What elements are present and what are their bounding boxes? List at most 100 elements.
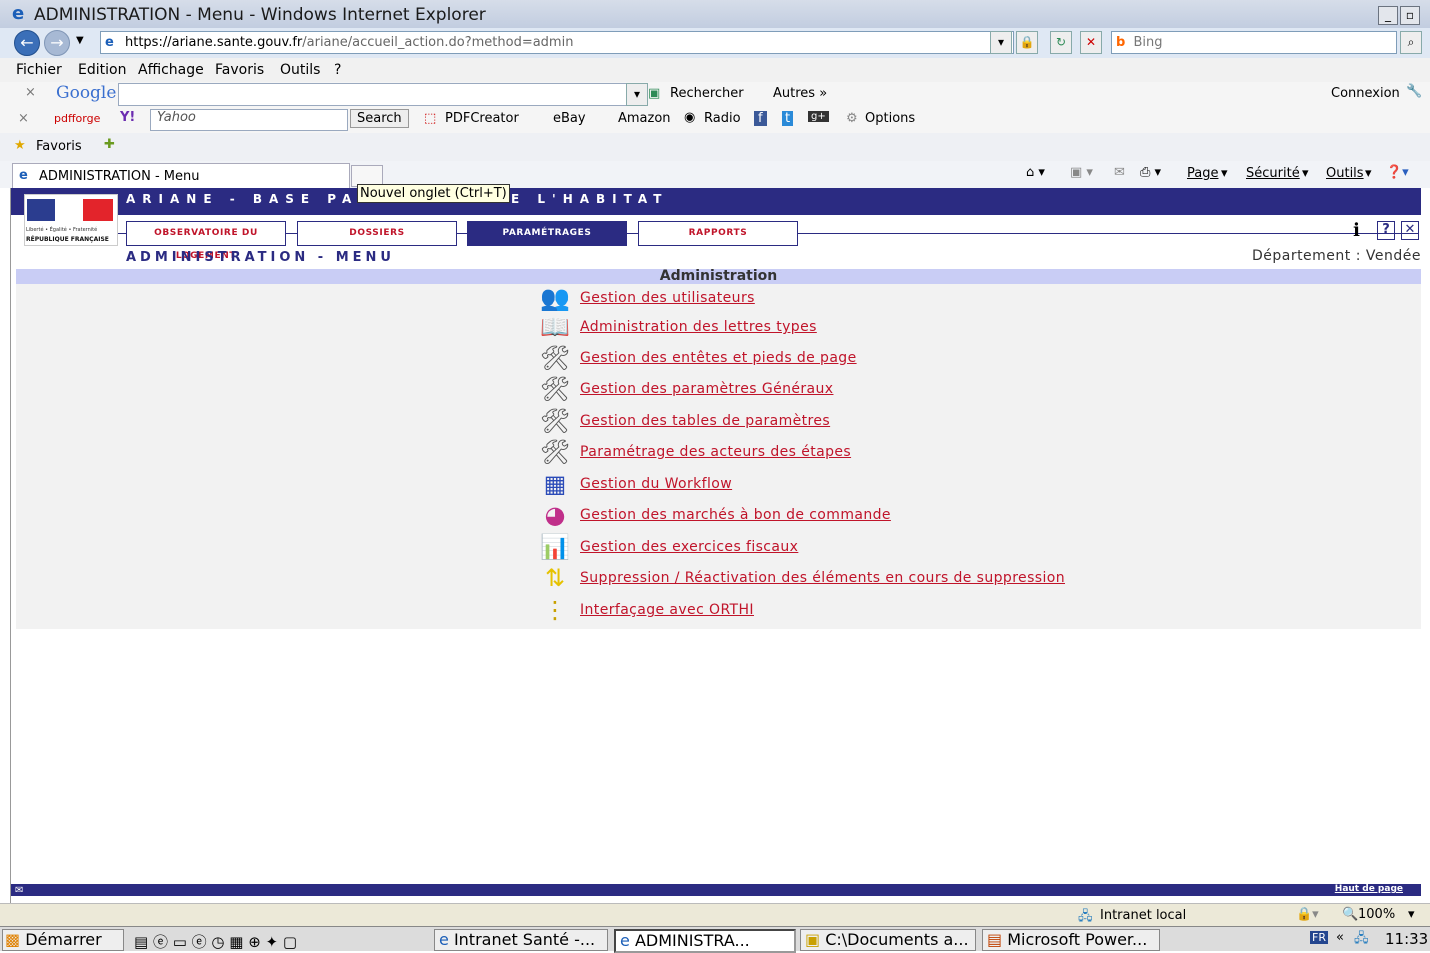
stop-icon[interactable]: ✕: [1080, 31, 1102, 54]
windows-logo-icon: ▩: [5, 930, 21, 949]
back-button[interactable]: ←: [14, 30, 40, 56]
zoom-level[interactable]: 100%: [1358, 907, 1395, 922]
language-indicator[interactable]: FR: [1310, 931, 1328, 944]
protected-mode-icon[interactable]: 🔒▾: [1296, 907, 1319, 922]
task-label: Intranet Santé -...: [453, 930, 596, 949]
options-button[interactable]: Options: [865, 111, 915, 126]
close-icon[interactable]: ✕: [1401, 221, 1419, 240]
mail-icon[interactable]: ✉: [1114, 165, 1125, 180]
link-marches[interactable]: Gestion des marchés à bon de commande: [580, 507, 891, 523]
quicklaunch-icons[interactable]: ▤ ⓔ ▭ ⓔ ◷ ▦ ⊕ ✦ ▢: [134, 931, 297, 952]
menu-outils[interactable]: Outils: [280, 62, 320, 78]
radio-button[interactable]: Radio: [704, 111, 741, 126]
tools-icon: 🛠: [539, 407, 571, 435]
search-icon[interactable]: ⌕: [1400, 31, 1422, 54]
mail-icon[interactable]: ✉: [15, 885, 23, 896]
menu-edition[interactable]: Edition: [78, 62, 126, 78]
network-icon[interactable]: 🖧: [1354, 929, 1369, 951]
google-search-input[interactable]: [118, 83, 628, 106]
info-icon[interactable]: ℹ: [1353, 220, 1360, 241]
logo-country: RÉPUBLIQUE FRANÇAISE: [26, 236, 109, 243]
tab-parametrages[interactable]: PARAMÉTRAGES: [467, 221, 627, 246]
menu-affichage[interactable]: Affichage: [138, 62, 204, 78]
page-menu-arrow-icon: ▾: [1221, 166, 1228, 181]
menu-fichier[interactable]: Fichier: [16, 62, 62, 78]
search-input[interactable]: b Bing: [1111, 31, 1397, 54]
amazon-button[interactable]: Amazon: [618, 111, 671, 126]
address-input[interactable]: e https://ariane.sante.gouv.fr/ariane/ac…: [100, 31, 1014, 54]
powerpoint-icon: ▤: [987, 930, 1003, 949]
google-more-button[interactable]: Autres »: [773, 86, 827, 101]
security-menu[interactable]: Sécurité: [1246, 166, 1300, 181]
feeds-icon[interactable]: ▣ ▾: [1070, 165, 1093, 180]
tab-rapports[interactable]: RAPPORTS: [638, 221, 798, 246]
forward-button[interactable]: →: [44, 30, 70, 56]
twitter-icon[interactable]: t: [782, 111, 794, 126]
link-exercices-fiscaux[interactable]: Gestion des exercices fiscaux: [580, 539, 798, 555]
address-dropdown-icon[interactable]: ▾: [990, 31, 1012, 54]
task-documents[interactable]: ▣ C:\Documents a...: [800, 929, 976, 951]
tab-ie-icon: e: [19, 168, 28, 183]
tools-icon: 🛠: [539, 344, 571, 372]
minimize-button[interactable]: _: [1378, 6, 1398, 25]
gplus-icon[interactable]: g+: [808, 111, 829, 122]
help-icon[interactable]: ❓▾: [1386, 165, 1409, 180]
menu-help[interactable]: ?: [334, 62, 341, 78]
users-icon: 👥: [540, 284, 570, 312]
tab-observatoire[interactable]: OBSERVATOIRE DU LOGEMENT: [126, 221, 286, 261]
folder-icon: ▣: [805, 930, 821, 949]
link-workflow[interactable]: Gestion du Workflow: [580, 476, 732, 492]
close-toolbar-icon[interactable]: ×: [25, 85, 36, 100]
link-parametres-generaux[interactable]: Gestion des paramètres Généraux: [580, 381, 833, 397]
home-icon[interactable]: ⌂ ▾: [1026, 165, 1045, 180]
google-dropdown-icon[interactable]: ▾: [626, 83, 648, 106]
favorites-button[interactable]: Favoris: [36, 139, 82, 154]
pdfforge-logo: pdfforge: [54, 112, 101, 125]
lock-icon[interactable]: 🔒: [1016, 31, 1038, 54]
link-entetes-pieds[interactable]: Gestion des entêtes et pieds de page: [580, 350, 857, 366]
zoom-dropdown-icon[interactable]: ▾: [1408, 907, 1415, 922]
history-dropdown-icon[interactable]: ▼: [76, 35, 84, 46]
link-suppression-reactivation[interactable]: Suppression / Réactivation des éléments …: [580, 570, 1065, 586]
tray-expand-icon[interactable]: «: [1336, 930, 1344, 945]
wrench-icon[interactable]: 🔧: [1406, 84, 1422, 99]
task-label: ADMINISTRA...: [634, 931, 750, 950]
yahoo-search-input[interactable]: Yahoo: [150, 109, 348, 131]
tools-menu[interactable]: Outils: [1326, 166, 1364, 181]
page-menu[interactable]: Page: [1187, 166, 1218, 181]
back-to-top-link[interactable]: Haut de page: [1335, 884, 1403, 894]
help-button-icon[interactable]: ?: [1377, 221, 1395, 240]
address-url-path: /ariane/accueil_action.do?method=admin: [302, 35, 574, 50]
link-gestion-utilisateurs[interactable]: Gestion des utilisateurs: [580, 290, 755, 306]
task-intranet[interactable]: e Intranet Santé -...: [434, 929, 608, 951]
maximize-button[interactable]: ▫: [1400, 6, 1420, 25]
task-administration[interactable]: e ADMINISTRA...: [614, 929, 796, 953]
close-toolbar-icon[interactable]: ×: [18, 111, 29, 126]
ie-logo-icon: e: [12, 3, 25, 24]
print-icon[interactable]: ⎙ ▾: [1140, 165, 1161, 180]
security-menu-arrow-icon: ▾: [1302, 166, 1309, 181]
radio-icon: ◉: [684, 110, 696, 125]
link-lettres-types[interactable]: Administration des lettres types: [580, 319, 817, 335]
start-button[interactable]: ▩ Démarrer: [2, 929, 124, 951]
add-favorite-icon[interactable]: ✚: [104, 137, 115, 152]
ebay-button[interactable]: eBay: [553, 111, 586, 126]
pdfcreator-button[interactable]: PDFCreator: [445, 111, 519, 126]
google-login-link[interactable]: Connexion: [1331, 86, 1400, 101]
clock: 11:33: [1385, 930, 1429, 948]
menu-bar: Fichier Edition Affichage Favoris Outils…: [0, 58, 1430, 82]
menu-favoris[interactable]: Favoris: [215, 62, 264, 78]
tab-dossiers[interactable]: DOSSIERS: [297, 221, 457, 246]
browser-tab[interactable]: e ADMINISTRATION - Menu: [12, 163, 350, 189]
address-url-host: https://ariane.sante.gouv.fr: [125, 35, 303, 50]
refresh-icon[interactable]: ↻: [1050, 31, 1072, 54]
link-orthi[interactable]: Interfaçage avec ORTHI: [580, 602, 754, 618]
yahoo-search-button[interactable]: Search: [350, 109, 409, 128]
pie-chart-icon: ◕: [544, 501, 566, 529]
task-powerpoint[interactable]: ▤ Microsoft Power...: [982, 929, 1160, 951]
link-tables-parametres[interactable]: Gestion des tables de paramètres: [580, 413, 830, 429]
facebook-icon[interactable]: f: [754, 111, 767, 126]
link-acteurs-etapes[interactable]: Paramétrage des acteurs des étapes: [580, 444, 851, 460]
ie-task-icon: e: [439, 930, 449, 949]
google-search-button[interactable]: Rechercher: [670, 86, 744, 101]
